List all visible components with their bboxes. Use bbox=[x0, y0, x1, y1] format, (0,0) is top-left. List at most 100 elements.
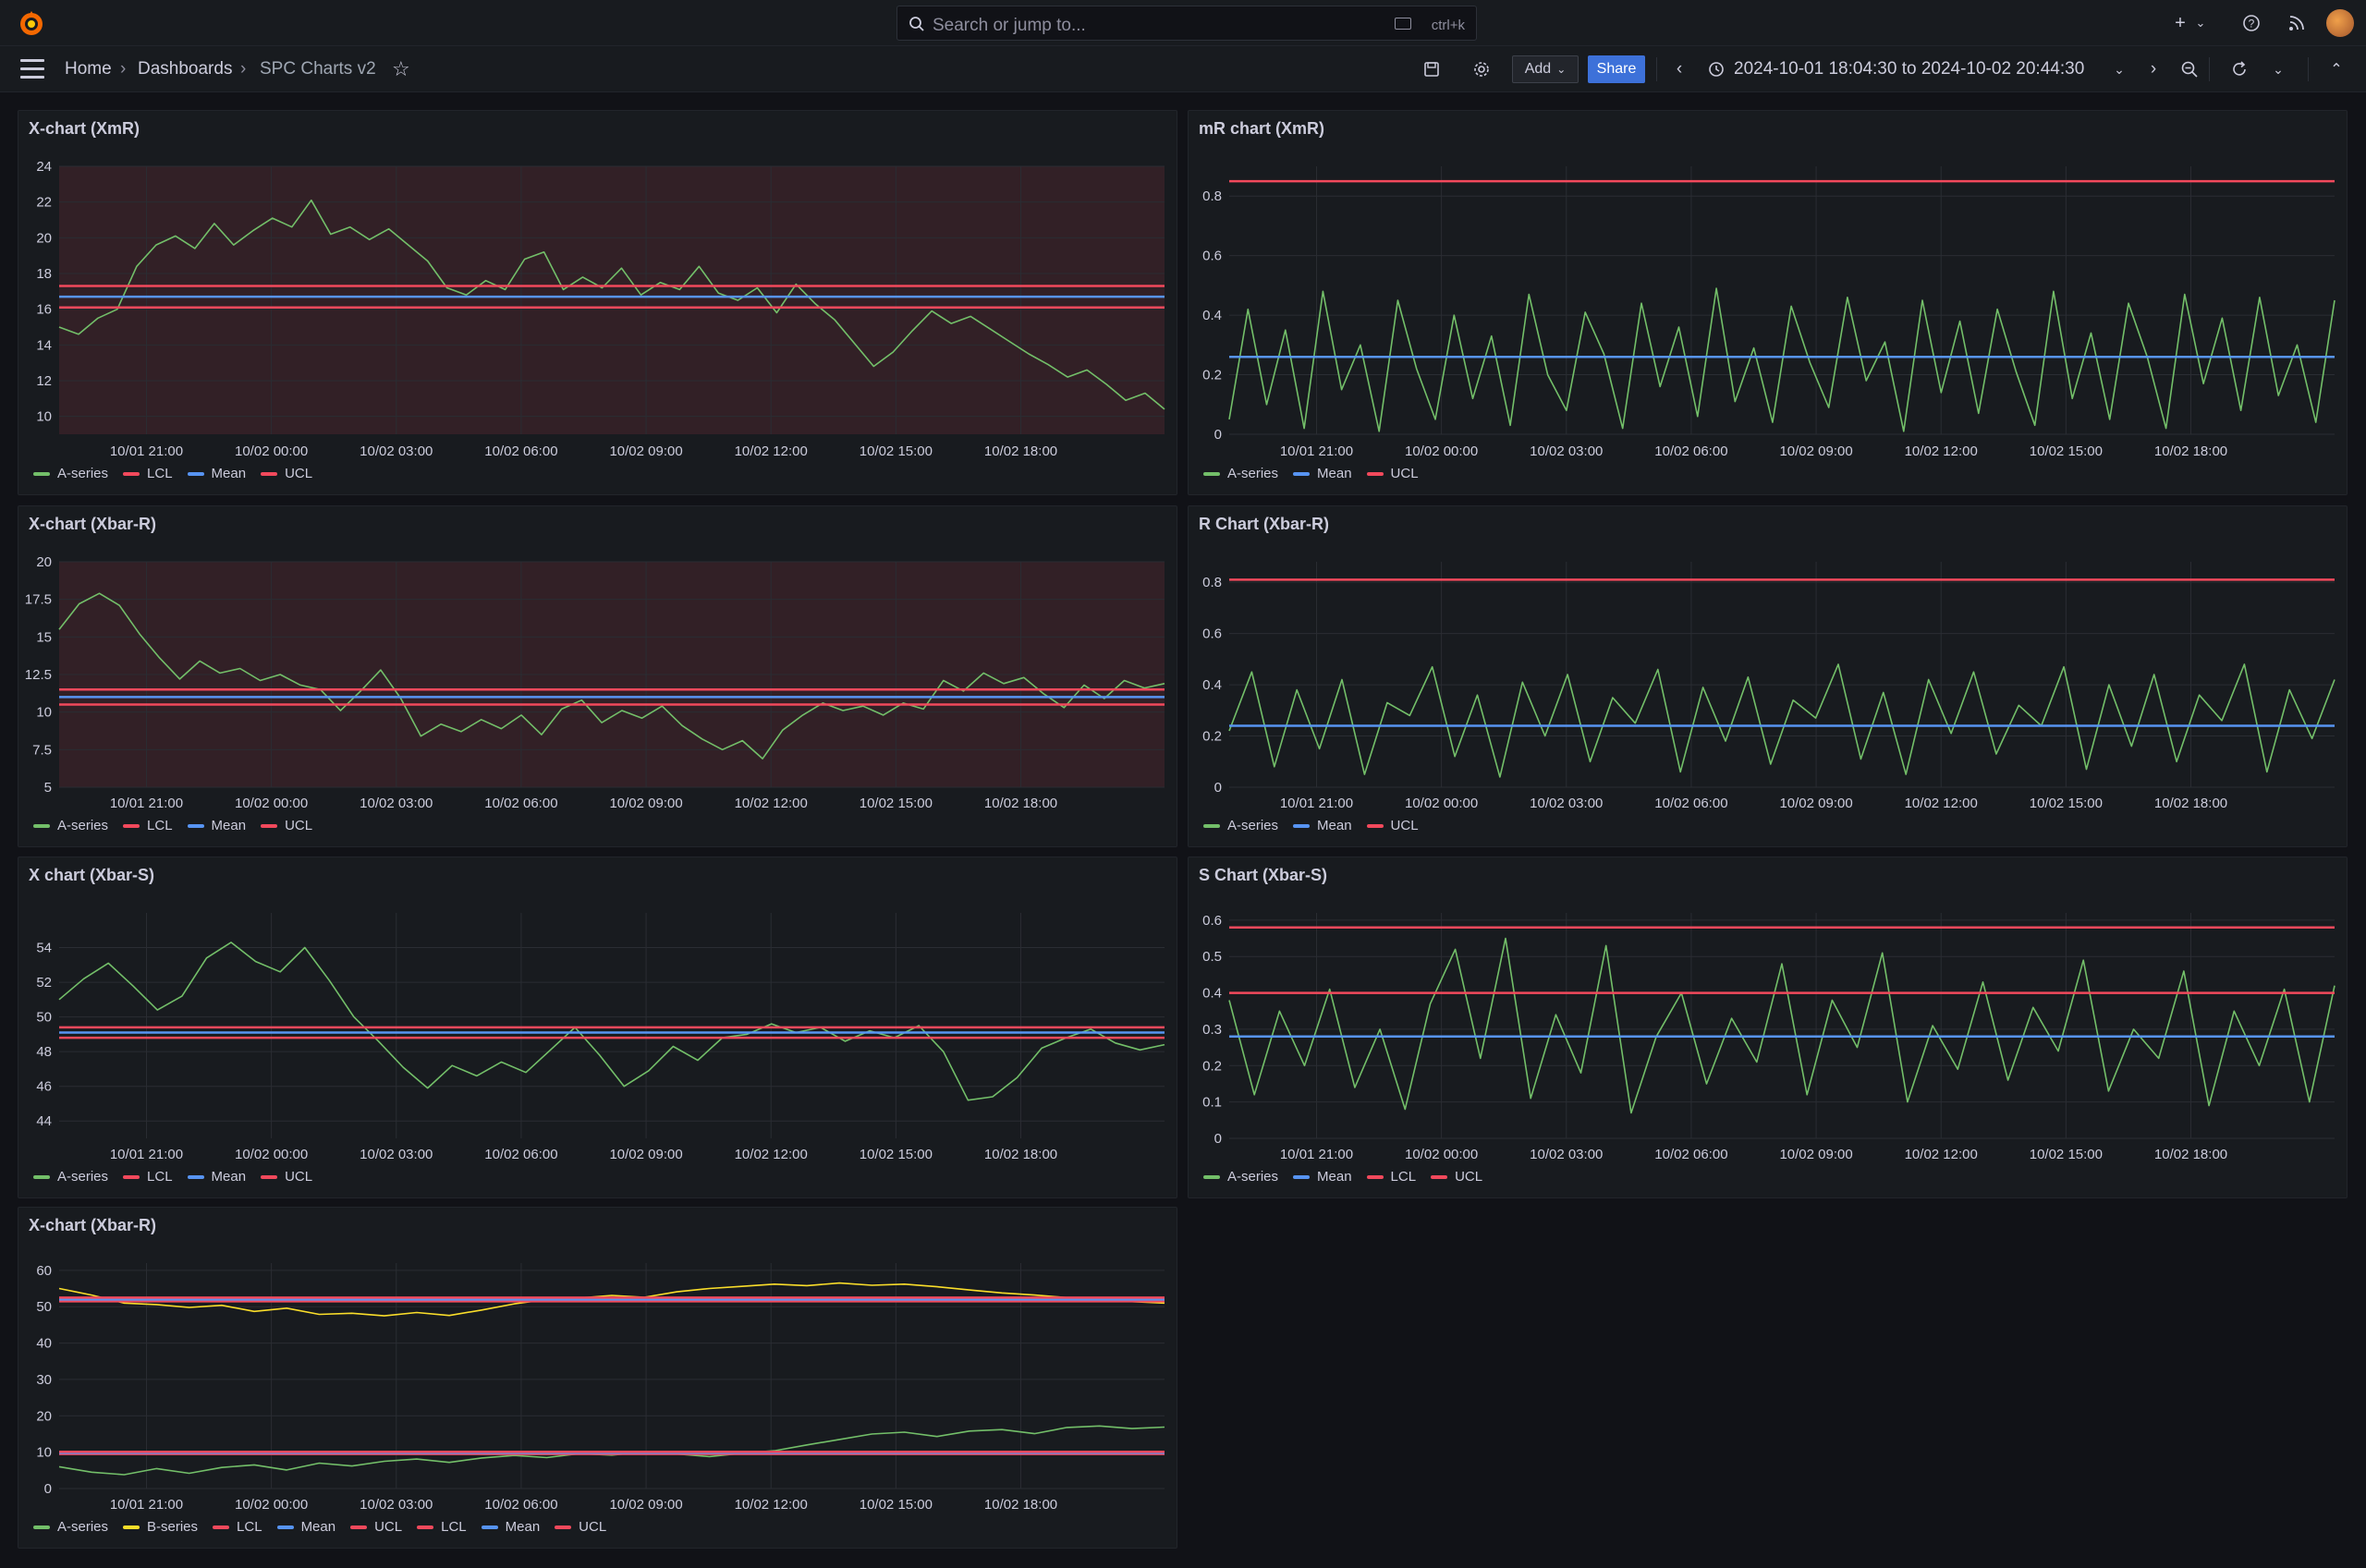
panel-x-chart-xbar-s: X chart (Xbar-S) 44 46 48 50 52 54 10/01 21:00… bbox=[18, 857, 1177, 1198]
x-tick-label: 10/02 06:00 bbox=[1654, 1147, 1727, 1162]
chevron-down-icon[interactable]: ⌄ bbox=[2189, 11, 2213, 35]
legend-swatch bbox=[261, 471, 278, 476]
x-tick-label: 10/02 00:00 bbox=[1405, 796, 1478, 811]
legend-item[interactable]: Mean bbox=[187, 466, 246, 481]
legend: A-series B-series LCL Mean UCL LCL Mean UCL bbox=[33, 1519, 606, 1535]
refresh-icon[interactable] bbox=[2227, 57, 2251, 81]
x-tick-label: 10/02 18:00 bbox=[984, 796, 1057, 811]
legend-label: UCL bbox=[1455, 1169, 1483, 1185]
menu-icon[interactable] bbox=[20, 59, 44, 79]
legend-item[interactable]: UCL bbox=[1366, 818, 1419, 833]
x-tick-label: 10/02 06:00 bbox=[484, 796, 557, 811]
legend-item[interactable]: UCL bbox=[555, 1519, 606, 1535]
legend-item[interactable]: A-series bbox=[33, 1169, 108, 1185]
legend-item[interactable]: UCL bbox=[261, 466, 312, 481]
time-range-picker[interactable]: 2024-10-01 18:04:30 to 2024-10-02 20:44:… bbox=[1734, 59, 2084, 79]
legend-swatch bbox=[1366, 1174, 1384, 1179]
x-tick-label: 10/02 09:00 bbox=[609, 444, 682, 459]
legend-item[interactable]: A-series bbox=[1203, 1169, 1278, 1185]
x-tick-label: 10/02 06:00 bbox=[484, 1497, 557, 1513]
y-tick-label: 0.2 bbox=[1202, 1058, 1222, 1074]
chevron-down-icon[interactable]: ⌄ bbox=[2266, 57, 2290, 81]
x-tick-label: 10/02 09:00 bbox=[609, 1147, 682, 1162]
chevron-right-icon[interactable]: › bbox=[2141, 57, 2165, 81]
legend-item[interactable]: UCL bbox=[261, 1169, 312, 1185]
rss-icon[interactable] bbox=[2285, 11, 2309, 35]
legend-item[interactable]: LCL bbox=[123, 818, 173, 833]
legend-swatch bbox=[123, 823, 140, 828]
clock-icon bbox=[1704, 57, 1728, 81]
legend-item[interactable]: UCL bbox=[1431, 1169, 1482, 1185]
top-bar: Search or jump to... ctrl+k + ⌄ ? bbox=[0, 0, 2366, 46]
chevron-left-icon[interactable]: ‹ bbox=[1667, 57, 1691, 81]
breadcrumb-dashboards[interactable]: Dashboards bbox=[138, 59, 232, 79]
chevron-down-icon[interactable]: ⌄ bbox=[2107, 57, 2131, 81]
grafana-logo-icon[interactable] bbox=[17, 9, 46, 39]
legend-swatch bbox=[1431, 1174, 1448, 1179]
legend-swatch bbox=[350, 1525, 368, 1529]
legend-label: LCL bbox=[441, 1519, 467, 1535]
legend-item[interactable]: Mean bbox=[481, 1519, 540, 1535]
legend-item[interactable]: LCL bbox=[123, 466, 173, 481]
legend-swatch bbox=[1366, 823, 1384, 828]
chevron-up-icon[interactable]: ⌃ bbox=[2324, 57, 2348, 81]
share-button[interactable]: Share bbox=[1588, 55, 1645, 83]
legend-item[interactable]: UCL bbox=[261, 818, 312, 833]
x-tick-label: 10/02 18:00 bbox=[2154, 796, 2227, 811]
legend-item[interactable]: Mean bbox=[187, 1169, 246, 1185]
legend-item[interactable]: UCL bbox=[350, 1519, 402, 1535]
legend-swatch bbox=[123, 1525, 140, 1529]
legend-item[interactable]: Mean bbox=[187, 818, 246, 833]
search-input[interactable]: Search or jump to... ctrl+k bbox=[896, 6, 1477, 41]
legend-item[interactable]: Mean bbox=[1293, 466, 1352, 481]
legend-item[interactable]: Mean bbox=[1293, 1169, 1352, 1185]
legend-item[interactable]: A-series bbox=[33, 818, 108, 833]
y-tick-label: 0.6 bbox=[1202, 249, 1222, 264]
legend-item[interactable]: LCL bbox=[1366, 1169, 1417, 1185]
y-tick-label: 17.5 bbox=[25, 592, 52, 608]
zoom-out-icon[interactable] bbox=[2177, 57, 2201, 81]
legend-item[interactable]: A-series bbox=[33, 466, 108, 481]
y-tick-label: 18 bbox=[36, 266, 52, 282]
legend-item[interactable]: UCL bbox=[1366, 466, 1419, 481]
x-tick-label: 10/01 21:00 bbox=[110, 444, 183, 459]
legend-label: Mean bbox=[1317, 466, 1352, 481]
legend-swatch bbox=[213, 1525, 230, 1529]
out-of-control-region bbox=[59, 166, 1165, 434]
save-icon[interactable] bbox=[1420, 57, 1444, 81]
x-tick-label: 10/02 03:00 bbox=[1530, 796, 1603, 811]
series-a-series-line bbox=[1228, 663, 2336, 778]
legend-item[interactable]: A-series bbox=[1203, 466, 1278, 481]
legend-item[interactable]: Mean bbox=[276, 1519, 335, 1535]
y-tick-label: 15 bbox=[36, 629, 52, 645]
legend-label: UCL bbox=[285, 1169, 313, 1185]
legend-label: LCL bbox=[1390, 1169, 1417, 1185]
legend-item[interactable]: LCL bbox=[123, 1169, 173, 1185]
legend-item[interactable]: Mean bbox=[1293, 818, 1352, 833]
x-tick-label: 10/01 21:00 bbox=[1280, 1147, 1353, 1162]
x-tick-label: 10/02 18:00 bbox=[984, 444, 1057, 459]
y-tick-label: 48 bbox=[36, 1044, 52, 1060]
legend-label: UCL bbox=[374, 1519, 403, 1535]
add-button[interactable]: Add ⌄ bbox=[1512, 55, 1579, 83]
legend-swatch bbox=[1293, 471, 1311, 476]
legend-swatch bbox=[123, 1174, 140, 1179]
legend-item[interactable]: LCL bbox=[213, 1519, 262, 1535]
breadcrumb-home[interactable]: Home bbox=[65, 59, 112, 79]
x-tick-label: 10/02 06:00 bbox=[1654, 796, 1727, 811]
y-tick-label: 24 bbox=[36, 159, 52, 175]
legend: A-series Mean LCL UCL bbox=[1203, 1169, 1482, 1185]
legend-item[interactable]: A-series bbox=[33, 1519, 108, 1535]
legend-item[interactable]: A-series bbox=[1203, 818, 1278, 833]
panel-x-chart-xbar-r-multi: X-chart (Xbar-R) 0 10 20 30 40 50 60 10/01 21:0… bbox=[18, 1207, 1177, 1549]
legend-item[interactable]: B-series bbox=[123, 1519, 198, 1535]
legend-item[interactable]: LCL bbox=[417, 1519, 467, 1535]
gear-icon[interactable] bbox=[1470, 57, 1494, 81]
avatar[interactable] bbox=[2326, 9, 2354, 37]
breadcrumb-current: SPC Charts v2 bbox=[260, 59, 376, 79]
legend-swatch bbox=[1203, 823, 1220, 828]
legend-swatch bbox=[1203, 1174, 1220, 1179]
help-icon[interactable]: ? bbox=[2239, 11, 2263, 35]
star-icon[interactable]: ☆ bbox=[392, 57, 410, 81]
legend-swatch bbox=[1293, 823, 1311, 828]
